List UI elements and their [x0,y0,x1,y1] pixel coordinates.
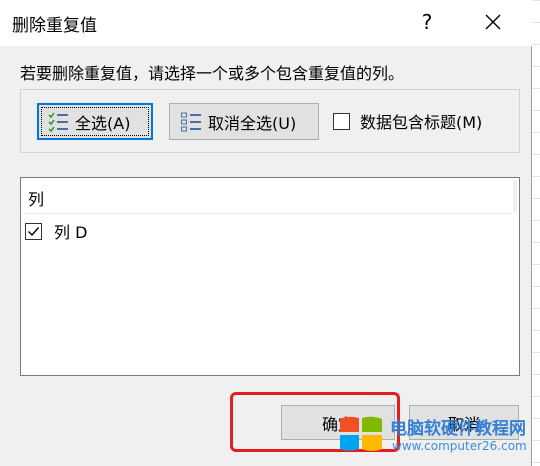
cancel-label: 取消 [447,414,480,434]
column-d-checkbox[interactable] [25,222,42,240]
close-icon [485,14,501,30]
cancel-button[interactable]: 取消 [409,405,519,440]
instruction-text: 若要删除重复值，请选择一个或多个包含重复值的列。 [20,64,405,83]
columns-list-header: 列 [28,190,45,209]
close-button[interactable] [476,6,510,38]
column-d-label: 列 D [54,223,88,242]
options-group: 全选(A) 取消全选(U) 数据包含标题(M) [20,89,520,153]
list-header-divider [23,213,513,214]
headers-checkbox-row[interactable]: 数据包含标题(M) [333,105,482,137]
unselect-all-label: 取消全选(U) [208,113,297,133]
ok-label: 确定 [321,414,354,434]
unselect-all-icon [180,111,202,133]
select-all-button[interactable]: 全选(A) [37,103,153,140]
select-all-icon [47,111,69,133]
dialog-title: 删除重复值 [12,16,97,36]
checkmark-icon [28,226,40,236]
list-item[interactable]: 列 D [25,220,87,242]
remove-duplicates-dialog: 删除重复值 ? 若要删除重复值，请选择一个或多个包含重复值的列。 全选(A) 取… [0,0,532,466]
ok-button[interactable]: 确定 [281,405,395,440]
title-bar: 删除重复值 ? [0,0,532,46]
headers-checkbox-label: 数据包含标题(M) [360,113,483,132]
header-scroll-gutter [513,180,517,212]
unselect-all-button[interactable]: 取消全选(U) [169,103,319,140]
columns-list[interactable]: 列 列 D [20,177,520,376]
headers-checkbox[interactable] [333,112,350,130]
help-button[interactable]: ? [412,6,442,38]
